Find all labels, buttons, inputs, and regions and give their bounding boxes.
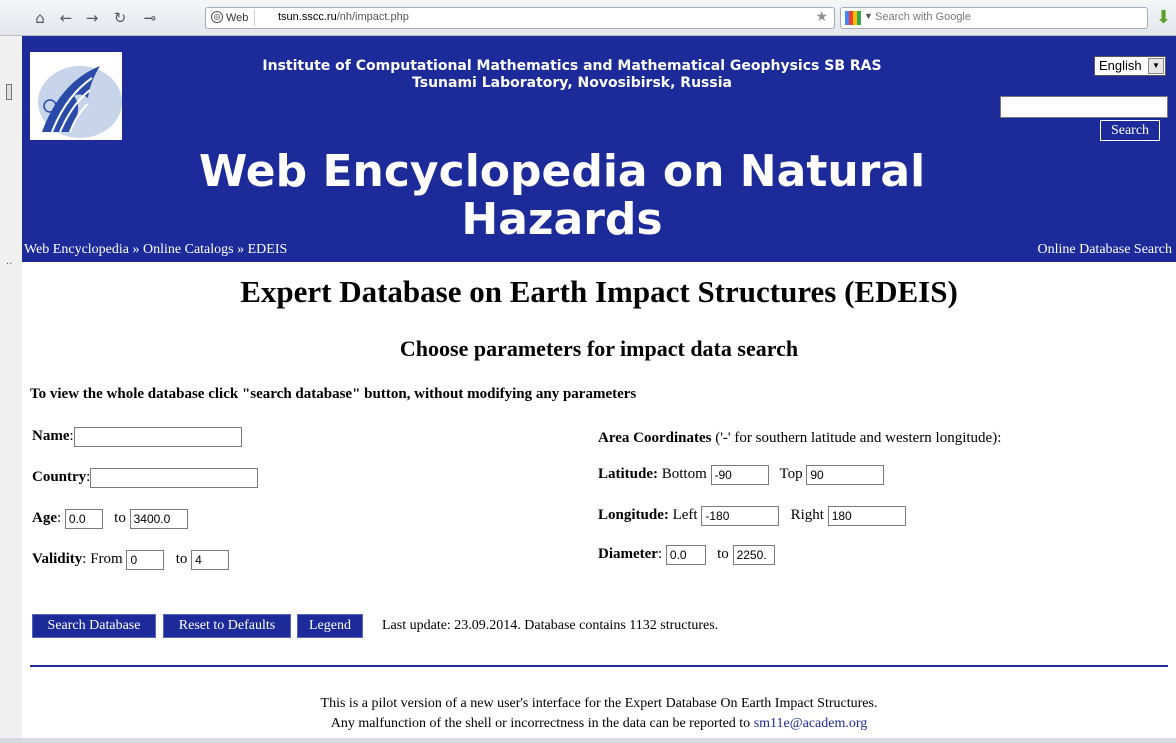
lat-bottom-field[interactable]: -90 [710, 464, 769, 485]
age-to-field[interactable]: 3400.0 [129, 508, 188, 529]
lat-top-label: Top [779, 466, 803, 482]
bookmark-star-icon[interactable]: ★ [815, 9, 828, 25]
home-icon[interactable]: ⌂ [30, 8, 50, 28]
side-handle[interactable] [6, 84, 12, 100]
chevron-down-icon[interactable]: ▼ [1148, 58, 1164, 74]
page-subtitle: Choose parameters for impact data search [399, 336, 799, 361]
horizontal-scrollbar[interactable] [0, 738, 1176, 743]
url-text[interactable]: tsun.sscc.ru/nh/impact.php [278, 11, 409, 23]
longitude-label: Longitude: [598, 507, 669, 523]
google-icon[interactable] [845, 11, 861, 25]
validity-from-label: From [90, 551, 123, 567]
area-coordinates-hint: ('-' for southern latitude and western l… [711, 430, 1002, 446]
diameter-row: Diameter: 0.0 to 2250. [598, 544, 775, 565]
search-database-button[interactable]: Search Database [32, 614, 156, 638]
url-path: /nh/impact.php [336, 11, 409, 23]
latitude-row: Latitude: Bottom -90 Top 90 [598, 464, 885, 485]
longitude-row: Longitude: Left -180 Right 180 [598, 505, 906, 526]
side-dots-icon: .. [6, 256, 13, 267]
institute-line-1: Institute of Computational Mathematics a… [262, 58, 882, 74]
footer-report-text: Any malfunction of the shell or incorrec… [330, 716, 754, 731]
breadcrumb-separator: » [129, 242, 143, 257]
age-row: Age: 0.0 to 3400.0 [32, 508, 188, 529]
globe-icon: ◎ [211, 11, 223, 23]
window-left-edge: .. [0, 36, 22, 743]
site-header: Institute of Computational Mathematics a… [22, 36, 1176, 262]
site-search-input[interactable] [1000, 96, 1168, 118]
diameter-from-field[interactable]: 0.0 [665, 544, 706, 565]
download-arrow-icon[interactable]: ⬇ [1156, 7, 1174, 29]
latitude-label: Latitude: [598, 466, 658, 482]
age-to-label: to [114, 510, 126, 526]
language-select[interactable]: English ▼ [1094, 56, 1166, 76]
browser-toolbar: ⌂ ← → ↻ ⊸ ◎ Web tsun.sscc.ru/nh/impact.p… [0, 0, 1176, 36]
country-label: Country [32, 469, 87, 485]
name-row: Name: [32, 426, 242, 447]
breadcrumb: Web Encyclopedia » Online Catalogs » EDE… [24, 242, 287, 258]
divider [30, 665, 1168, 667]
country-row: Country: [32, 467, 259, 488]
site-identity[interactable]: ◎ Web [208, 10, 256, 26]
url-host: tsun.sscc.ru [278, 11, 337, 23]
lat-top-field[interactable]: 90 [806, 464, 885, 485]
legend-button[interactable]: Legend [297, 614, 363, 638]
site-title: Web Encyclopedia on Natural Hazards [122, 148, 1002, 244]
validity-label: Validity [32, 551, 83, 567]
area-coordinates-label: Area Coordinates [598, 430, 712, 446]
footer-pilot-note: This is a pilot version of a new user's … [320, 696, 878, 711]
institute-name: Institute of Computational Mathematics a… [132, 58, 1012, 92]
address-bar[interactable]: ◎ Web tsun.sscc.ru/nh/impact.php ★ [205, 7, 835, 29]
breadcrumb-web-encyclopedia[interactable]: Web Encyclopedia [24, 242, 129, 257]
wave-logo-icon [38, 66, 122, 138]
browser-search-field[interactable]: ▼ Search with Google [840, 7, 1148, 29]
site-title-line-2: Hazards [461, 194, 663, 245]
last-update-status: Last update: 23.09.2014. Database contai… [382, 618, 719, 633]
validity-from-field[interactable]: 0 [126, 549, 165, 570]
age-from-field[interactable]: 0.0 [64, 508, 103, 529]
age-label: Age [32, 510, 57, 526]
page-title: Expert Database on Earth Impact Structur… [240, 274, 958, 309]
name-label: Name [32, 428, 70, 444]
forward-icon[interactable]: → [82, 8, 102, 28]
lon-right-field[interactable]: 180 [827, 505, 906, 526]
language-value: English [1099, 58, 1142, 73]
back-icon[interactable]: ← [56, 8, 76, 28]
search-placeholder: Search with Google [875, 11, 971, 23]
lon-left-field[interactable]: -180 [701, 505, 780, 526]
area-coordinates-row: Area Coordinates ('-' for southern latit… [598, 428, 1001, 448]
reload-icon[interactable]: ↻ [110, 8, 130, 28]
validity-to-label: to [175, 551, 188, 567]
breadcrumb-online-catalogs[interactable]: Online Catalogs [143, 242, 234, 257]
identity-label: Web [226, 12, 249, 24]
contact-email-link[interactable]: sm11e@academ.org [754, 716, 868, 731]
institute-line-2: Tsunami Laboratory, Novosibirsk, Russia [412, 75, 732, 91]
reset-defaults-button[interactable]: Reset to Defaults [163, 614, 291, 638]
lat-bottom-label: Bottom [661, 466, 707, 482]
name-field[interactable] [73, 426, 242, 447]
online-database-search-link[interactable]: Online Database Search [1038, 242, 1173, 258]
validity-to-field[interactable]: 4 [191, 549, 230, 570]
diameter-label: Diameter [598, 546, 658, 562]
footer-report-note: Any malfunction of the shell or incorrec… [22, 716, 1176, 732]
site-search-button[interactable]: Search [1100, 120, 1160, 141]
instruction-note: To view the whole database click "search… [30, 386, 637, 402]
site-title-line-1: Web Encyclopedia on Natural [198, 146, 926, 197]
breadcrumb-separator: » [233, 242, 248, 257]
lon-right-label: Right [790, 507, 824, 523]
breadcrumb-edeis[interactable]: EDEIS [248, 242, 288, 257]
lon-left-label: Left [672, 507, 698, 523]
dropdown-arrow-icon[interactable]: ▼ [864, 11, 873, 21]
diameter-to-field[interactable]: 2250. [732, 544, 775, 565]
institute-logo[interactable] [30, 52, 122, 140]
validity-row: Validity: From 0 to 4 [32, 549, 230, 570]
key-icon[interactable]: ⊸ [138, 8, 162, 28]
diameter-to-label: to [717, 546, 729, 562]
country-field[interactable] [90, 467, 259, 488]
